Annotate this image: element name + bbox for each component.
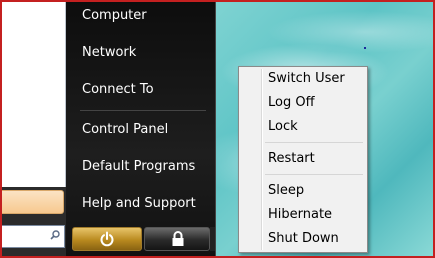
ctx-item-log-off[interactable]: Log Off	[268, 95, 315, 111]
all-programs-button[interactable]	[2, 190, 64, 214]
ctx-item-lock[interactable]: Lock	[268, 119, 298, 135]
menu-item-control-panel[interactable]: Control Panel	[82, 122, 168, 138]
ctx-item-restart[interactable]: Restart	[268, 151, 315, 167]
menu-gutter-highlight	[262, 69, 263, 250]
start-search-input[interactable]	[2, 225, 65, 248]
menu-item-connect-to[interactable]: Connect To	[82, 82, 154, 98]
ctx-item-hibernate[interactable]: Hibernate	[268, 207, 332, 223]
ctx-item-sleep[interactable]: Sleep	[268, 183, 304, 199]
power-button[interactable]	[72, 227, 142, 251]
ctx-item-switch-user[interactable]: Switch User	[268, 71, 345, 87]
programs-list[interactable]	[2, 2, 66, 187]
menu-separator	[80, 110, 206, 111]
menu-item-default-programs[interactable]: Default Programs	[82, 159, 195, 175]
desktop-pixel	[364, 47, 366, 49]
lock-icon	[172, 231, 184, 246]
shutdown-options-arrow[interactable]	[210, 227, 215, 251]
menu-item-help-and-support[interactable]: Help and Support	[82, 196, 196, 212]
lock-button[interactable]	[144, 227, 210, 251]
search-icon[interactable]	[50, 230, 60, 240]
ctx-item-shut-down[interactable]: Shut Down	[268, 231, 339, 247]
ctx-separator	[265, 142, 363, 143]
menu-item-computer[interactable]: Computer	[82, 8, 147, 24]
menu-item-network[interactable]: Network	[82, 45, 136, 61]
ctx-separator	[265, 174, 363, 175]
power-icon	[100, 231, 114, 247]
shutdown-context-menu: Switch User Log Off Lock Restart Sleep H…	[238, 66, 368, 253]
